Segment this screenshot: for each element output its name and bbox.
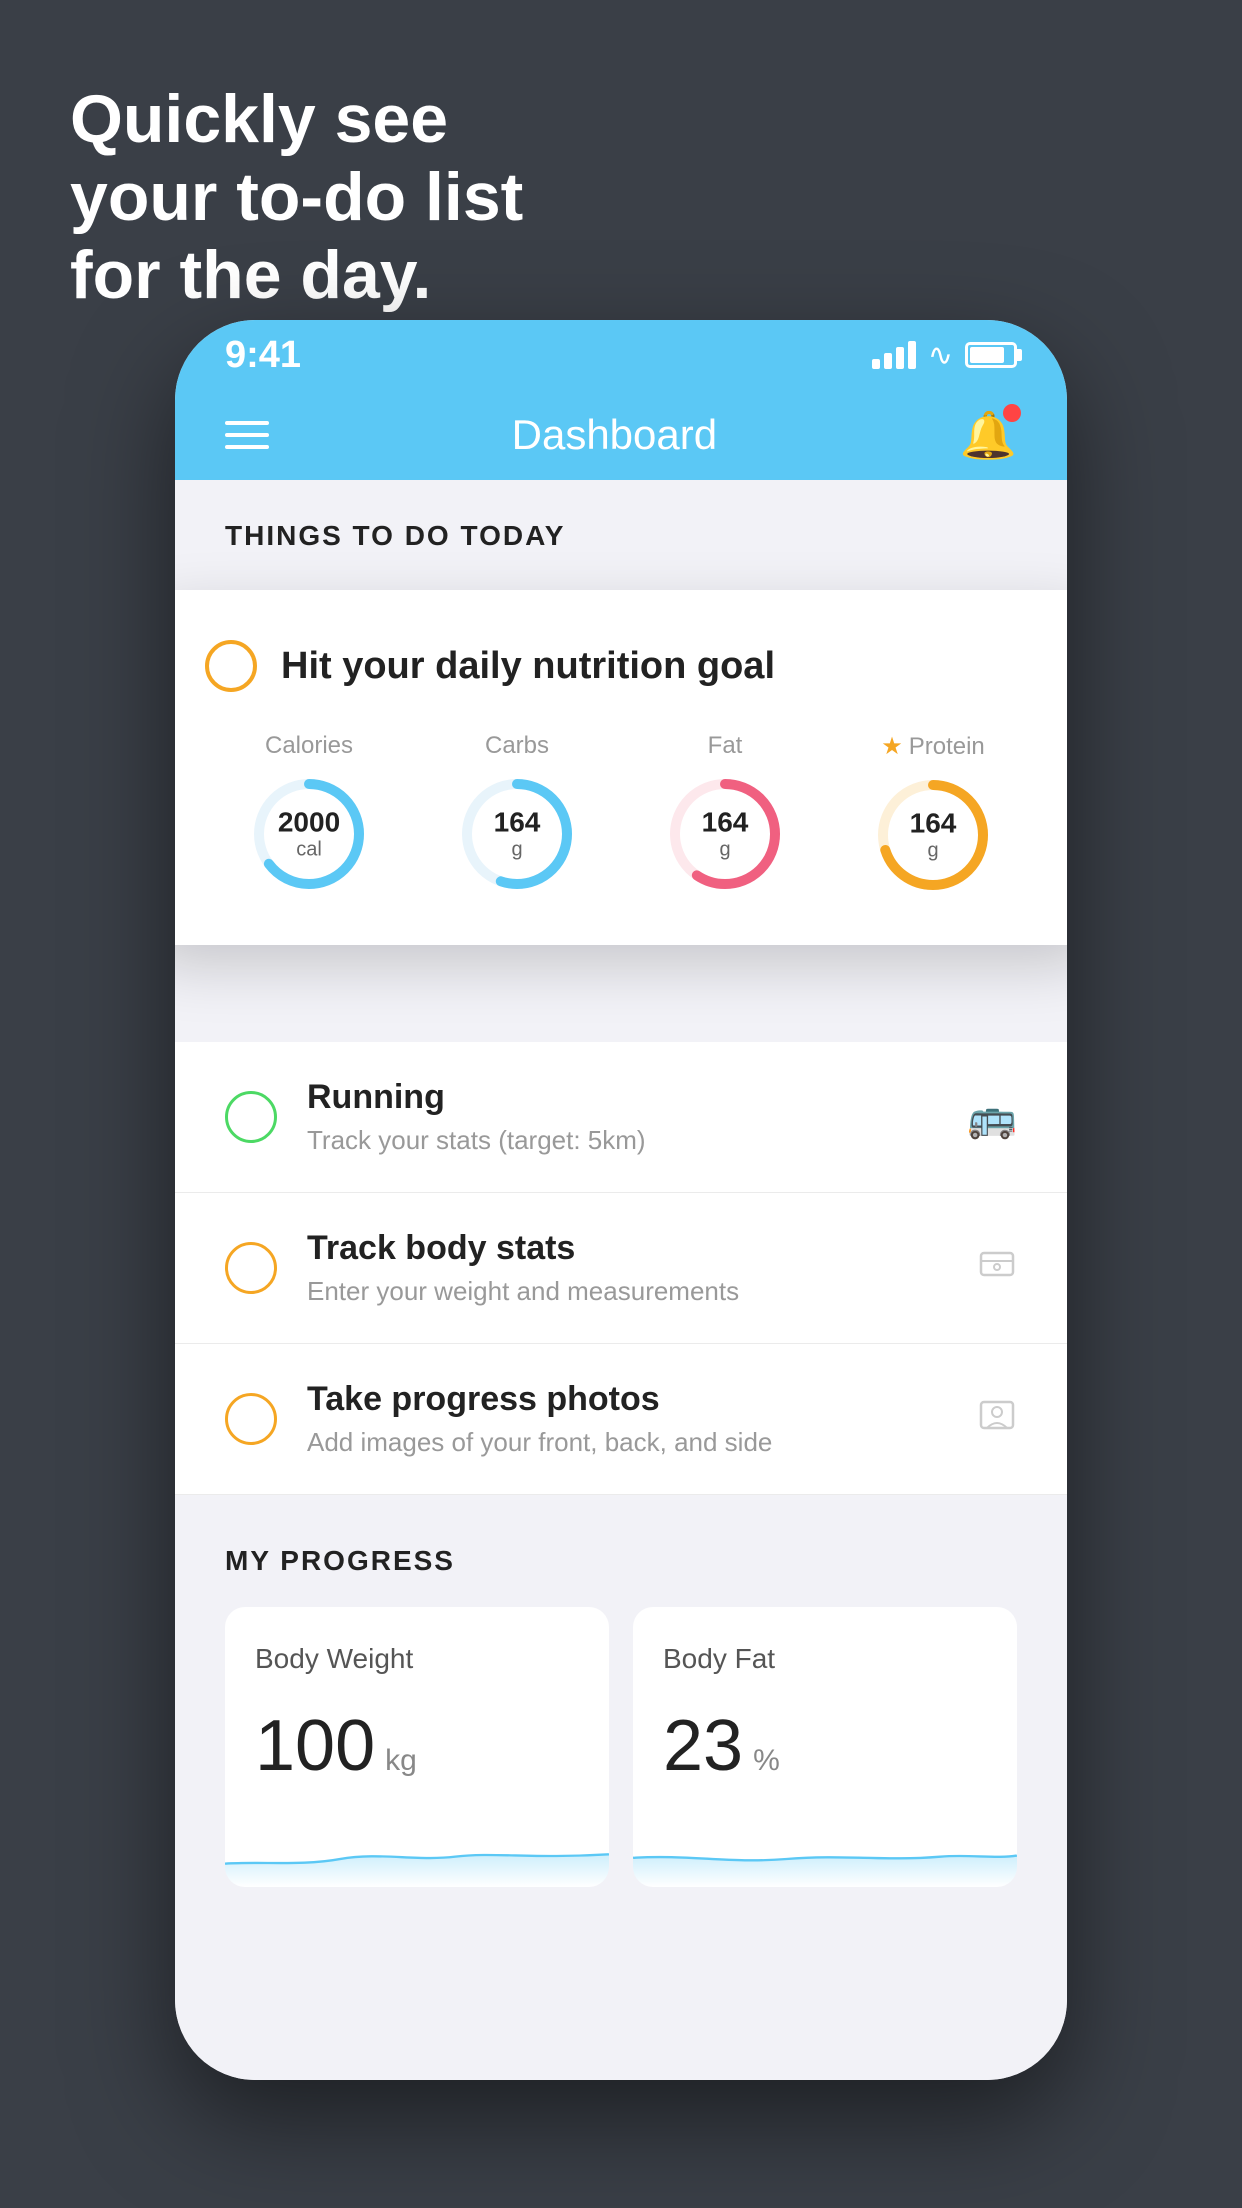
body-fat-value: 23 (663, 1705, 743, 1787)
battery-icon (965, 342, 1017, 368)
body-fat-card-title: Body Fat (663, 1643, 987, 1675)
todo-running-title: Running (307, 1078, 937, 1117)
scale-icon (977, 1243, 1017, 1293)
hamburger-menu-button[interactable] (225, 421, 269, 449)
todo-photos-circle (225, 1393, 277, 1445)
calories-value: 2000 (278, 807, 340, 839)
calories-unit: cal (296, 839, 322, 861)
body-fat-card[interactable]: Body Fat 23 % (633, 1607, 1017, 1887)
section-title: THINGS TO DO TODAY (175, 480, 1067, 572)
macro-protein-donut: 164 g (873, 775, 993, 895)
todo-bodystats-title: Track body stats (307, 1229, 947, 1268)
macro-protein-label: Protein (909, 733, 985, 761)
status-icons: ∿ (872, 338, 1017, 373)
body-weight-card[interactable]: Body Weight 100 kg (225, 1607, 609, 1887)
goal-card-title: Hit your daily nutrition goal (281, 645, 775, 688)
macro-carbs: Carbs 164 g (457, 732, 577, 894)
macro-calories: Calories 2000 cal (249, 732, 369, 894)
body-fat-value-row: 23 % (663, 1705, 987, 1787)
background: Quickly see your to-do list for the day.… (0, 0, 1242, 2208)
todo-item-running[interactable]: Running Track your stats (target: 5km) 🚌 (175, 1042, 1067, 1193)
goal-circle-indicator (205, 640, 257, 692)
macro-protein-label-row: ★ Protein (881, 732, 985, 761)
macros-row: Calories 2000 cal (205, 732, 1037, 895)
macro-calories-label: Calories (265, 732, 353, 760)
todo-bodystats-circle (225, 1242, 277, 1294)
nav-bar: Dashboard 🔔 (175, 390, 1067, 480)
protein-unit: g (927, 840, 938, 862)
macro-fat: Fat 164 g (665, 732, 785, 894)
todo-photos-text: Take progress photos Add images of your … (307, 1380, 947, 1458)
phone-frame: 9:41 ∿ (175, 320, 1067, 2080)
hero-line2: your to-do list (70, 158, 523, 236)
body-weight-chart (225, 1817, 609, 1887)
app-content: THINGS TO DO TODAY Hit your daily nutrit… (175, 480, 1067, 2080)
signal-icon (872, 341, 916, 369)
status-time: 9:41 (225, 334, 301, 377)
macro-calories-donut: 2000 cal (249, 774, 369, 894)
todo-list: Running Track your stats (target: 5km) 🚌… (175, 1042, 1067, 1495)
todo-bodystats-subtitle: Enter your weight and measurements (307, 1276, 947, 1307)
macro-carbs-donut: 164 g (457, 774, 577, 894)
macro-protein: ★ Protein 164 g (873, 732, 993, 895)
body-weight-value: 100 (255, 1705, 375, 1787)
protein-star-icon: ★ (881, 732, 903, 761)
todo-photos-title: Take progress photos (307, 1380, 947, 1419)
todo-item-body-stats[interactable]: Track body stats Enter your weight and m… (175, 1193, 1067, 1344)
fat-value: 164 (702, 807, 749, 839)
todo-item-progress-photos[interactable]: Take progress photos Add images of your … (175, 1344, 1067, 1495)
macro-fat-label: Fat (708, 732, 743, 760)
macro-fat-donut: 164 g (665, 774, 785, 894)
phone-wrapper: 9:41 ∿ (175, 320, 1067, 2080)
body-weight-value-row: 100 kg (255, 1705, 579, 1787)
macro-carbs-label: Carbs (485, 732, 549, 760)
todo-running-circle (225, 1091, 277, 1143)
hero-text: Quickly see your to-do list for the day. (70, 80, 523, 315)
progress-cards: Body Weight 100 kg (225, 1607, 1017, 1887)
notifications-bell-button[interactable]: 🔔 (960, 408, 1017, 463)
person-photo-icon (977, 1394, 1017, 1444)
notification-badge (1003, 404, 1021, 422)
progress-header: MY PROGRESS (225, 1545, 1017, 1577)
todo-bodystats-text: Track body stats Enter your weight and m… (307, 1229, 947, 1307)
body-fat-unit: % (753, 1744, 780, 1778)
body-fat-chart (633, 1817, 1017, 1887)
todo-photos-subtitle: Add images of your front, back, and side (307, 1427, 947, 1458)
progress-section: MY PROGRESS Body Weight 100 kg (175, 1495, 1067, 1887)
running-shoe-icon: 🚌 (967, 1094, 1017, 1141)
body-weight-card-title: Body Weight (255, 1643, 579, 1675)
todo-running-text: Running Track your stats (target: 5km) (307, 1078, 937, 1156)
hero-line3: for the day. (70, 236, 523, 314)
fat-unit: g (719, 839, 730, 861)
wifi-icon: ∿ (928, 338, 953, 373)
carbs-value: 164 (494, 807, 541, 839)
nutrition-goal-card: Hit your daily nutrition goal Calories (175, 590, 1067, 945)
carbs-unit: g (511, 839, 522, 861)
hero-line1: Quickly see (70, 80, 523, 158)
nav-title: Dashboard (512, 411, 717, 459)
todo-running-subtitle: Track your stats (target: 5km) (307, 1125, 937, 1156)
protein-value: 164 (910, 808, 957, 840)
body-weight-unit: kg (385, 1744, 417, 1778)
status-bar: 9:41 ∿ (175, 320, 1067, 390)
